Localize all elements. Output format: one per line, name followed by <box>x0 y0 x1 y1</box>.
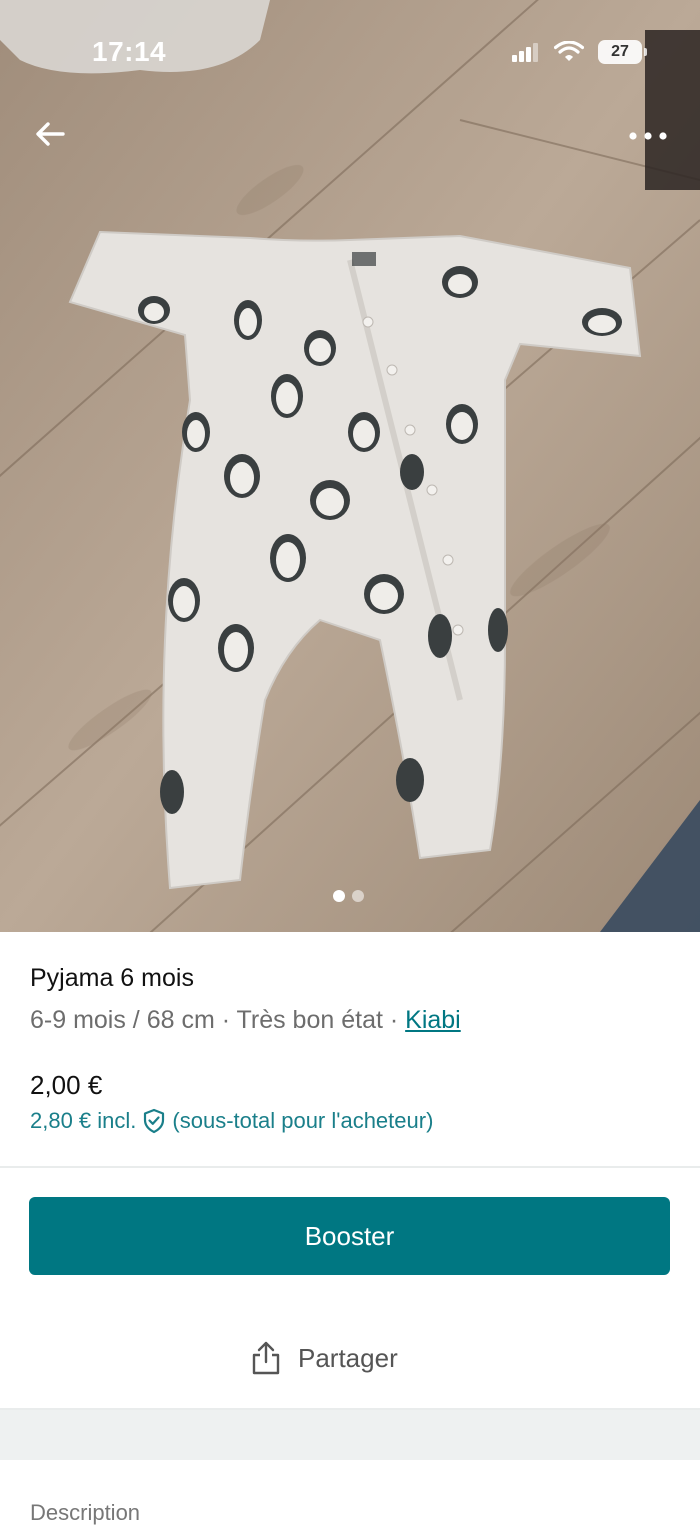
share-icon <box>252 1341 280 1375</box>
shield-check-icon <box>144 1108 165 1134</box>
item-price: 2,00 € <box>30 1070 103 1100</box>
brand-link[interactable]: Kiabi <box>405 1006 461 1034</box>
item-meta: 6-9 mois / 68 cm · Très bon état · Kiabi <box>30 1006 461 1035</box>
section-separator <box>0 1410 700 1460</box>
more-horizontal-icon <box>629 132 667 140</box>
arrow-left-icon <box>36 122 65 146</box>
item-title: Pyjama 6 mois <box>30 964 194 992</box>
status-bar: 17:14 27 <box>0 0 700 100</box>
divider <box>0 1166 700 1168</box>
wifi-icon <box>554 41 584 61</box>
gallery-pager <box>333 890 364 902</box>
floor-background <box>0 0 700 932</box>
signal-icon <box>512 43 538 62</box>
pager-dot-active[interactable] <box>333 890 345 902</box>
item-photo[interactable]: 17:14 27 <box>0 0 700 932</box>
share-label: Partager <box>298 1342 398 1373</box>
pager-dot[interactable] <box>352 890 364 902</box>
price-with-protection[interactable]: 2,80 € incl. (sous-total pour l'acheteur… <box>30 1108 433 1134</box>
more-options-button[interactable] <box>626 118 670 154</box>
item-meta-text: 6-9 mois / 68 cm · Très bon état · <box>30 1006 406 1034</box>
booster-button[interactable]: Booster <box>29 1197 670 1275</box>
price-incl-note: (sous-total pour l'acheteur) <box>172 1108 434 1133</box>
back-button[interactable] <box>30 114 70 154</box>
status-icons: 27 <box>512 40 647 64</box>
share-button[interactable]: Partager <box>250 1328 398 1388</box>
price-incl-value: 2,80 € incl. <box>30 1108 137 1133</box>
description-label: Description <box>30 1500 141 1525</box>
battery-indicator: 27 <box>598 40 647 64</box>
status-time: 17:14 <box>92 36 167 67</box>
